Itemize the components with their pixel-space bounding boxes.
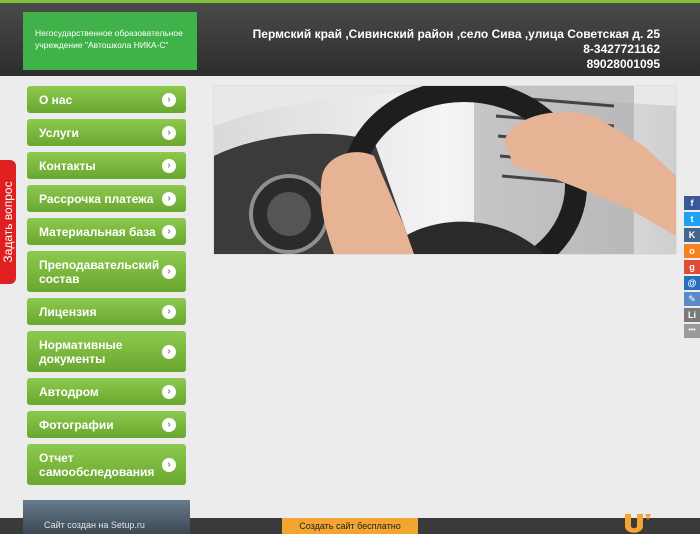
menu-item-label: Нормативные документы — [39, 337, 123, 366]
vk-icon[interactable]: K — [684, 228, 700, 242]
menu-item-label: Фотографии — [39, 417, 114, 432]
livejournal-icon[interactable]: ✎ — [684, 292, 700, 306]
steering-wheel-photo — [214, 86, 676, 254]
sidebar-menu: О нас › Услуги › Контакты › Рассрочка пл… — [27, 86, 186, 491]
site-logo[interactable]: Негосударственное образовательное учрежд… — [23, 12, 197, 70]
facebook-icon[interactable]: f — [684, 196, 700, 210]
phone-1: 8-3427721162 — [583, 42, 660, 56]
menu-item-facilities[interactable]: Материальная база › — [27, 218, 186, 245]
contact-info: Пермский край ,Сивинский район ,село Сив… — [253, 27, 660, 72]
chevron-right-icon: › — [162, 457, 176, 472]
menu-item-label: Рассрочка платежа — [39, 191, 154, 206]
site-header: Негосударственное образовательное учрежд… — [0, 0, 700, 76]
menu-item-self-report[interactable]: Отчет самообследования › — [27, 444, 186, 485]
ask-question-label: Задать вопрос — [1, 181, 15, 263]
setup-logo-icon[interactable] — [621, 512, 653, 534]
chevron-right-icon: › — [162, 384, 176, 399]
menu-item-regulations[interactable]: Нормативные документы › — [27, 331, 186, 372]
menu-item-photos[interactable]: Фотографии › — [27, 411, 186, 438]
menu-item-label: Автодром — [39, 384, 99, 399]
menu-item-license[interactable]: Лицензия › — [27, 298, 186, 325]
create-site-button[interactable]: Создать сайт бесплатно — [282, 518, 418, 534]
twitter-icon[interactable]: t — [684, 212, 700, 226]
more-icon[interactable]: ••• — [684, 324, 700, 338]
menu-item-label: Преподавательский состав — [39, 257, 160, 286]
menu-item-label: Отчет самообследования — [39, 450, 155, 479]
menu-item-services[interactable]: Услуги › — [27, 119, 186, 146]
menu-item-teachers[interactable]: Преподавательский состав › — [27, 251, 186, 292]
menu-item-contacts[interactable]: Контакты › — [27, 152, 186, 179]
setup-text: Сайт создан на Setup.ru — [44, 520, 145, 530]
chevron-right-icon: › — [162, 417, 176, 432]
menu-item-label: Услуги — [39, 125, 79, 140]
menu-item-label: Материальная база — [39, 224, 156, 239]
address-text: Пермский край ,Сивинский район ,село Сив… — [252, 27, 660, 41]
phone-2: 89028001095 — [586, 57, 660, 71]
menu-item-about[interactable]: О нас › — [27, 86, 186, 113]
hero-image — [213, 85, 677, 255]
social-share-bar: f t K o g @ ✎ Li ••• — [684, 196, 700, 340]
org-name: Негосударственное образовательное учрежд… — [35, 28, 183, 50]
menu-item-installment[interactable]: Рассрочка платежа › — [27, 185, 186, 212]
google-plus-icon[interactable]: g — [684, 260, 700, 274]
chevron-right-icon: › — [162, 344, 176, 359]
liveinternet-icon[interactable]: Li — [684, 308, 700, 322]
menu-item-driving-range[interactable]: Автодром › — [27, 378, 186, 405]
chevron-right-icon: › — [162, 125, 176, 140]
chevron-right-icon: › — [162, 92, 176, 107]
mail-icon[interactable]: @ — [684, 276, 700, 290]
chevron-right-icon: › — [162, 224, 176, 239]
menu-item-label: Контакты — [39, 158, 96, 173]
chevron-right-icon: › — [162, 191, 176, 206]
setup-banner[interactable]: Сайт создан на Setup.ru — [23, 500, 190, 534]
chevron-right-icon: › — [162, 158, 176, 173]
odnoklassniki-icon[interactable]: o — [684, 244, 700, 258]
chevron-right-icon: › — [162, 264, 176, 279]
menu-item-label: Лицензия — [39, 304, 97, 319]
chevron-right-icon: › — [162, 304, 176, 319]
menu-item-label: О нас — [39, 92, 73, 107]
ask-question-tab[interactable]: Задать вопрос — [0, 160, 16, 284]
